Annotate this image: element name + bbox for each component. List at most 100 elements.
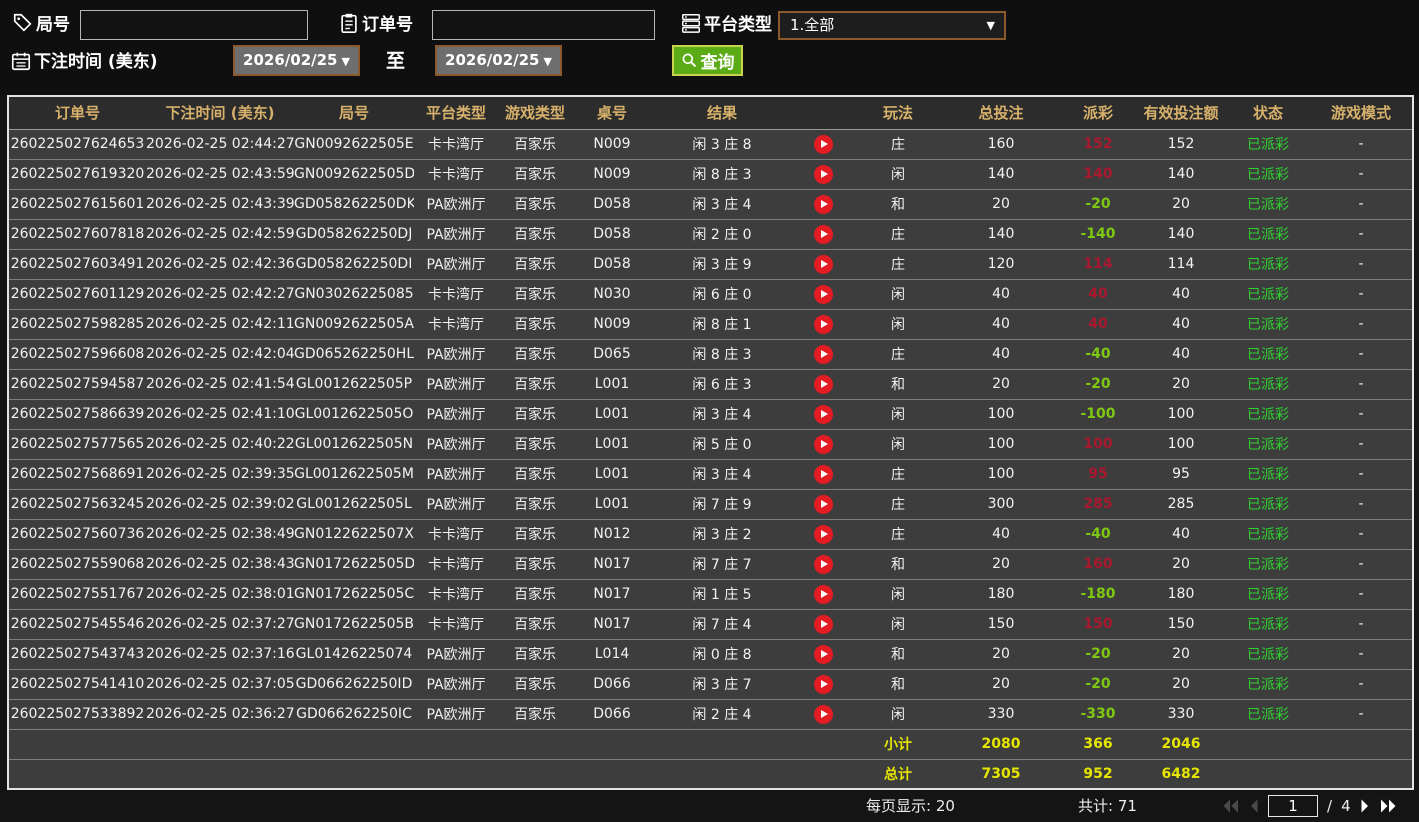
replay-play-icon[interactable]: [813, 554, 833, 574]
cell-result: 闲 3 庄 4: [652, 189, 792, 220]
cell-table-no: D066: [572, 669, 652, 700]
cell-result: 闲 3 庄 7: [652, 669, 792, 700]
prev-page-icon[interactable]: [1248, 798, 1259, 814]
table-row: 260225027619320 2026-02-25 02:43:59 GN0092…: [8, 159, 1413, 190]
cell-platform-type: 卡卡湾厅: [414, 579, 498, 610]
replay-play-icon[interactable]: [813, 674, 833, 694]
replay-play-icon[interactable]: [813, 194, 833, 214]
cell-payout: 114: [1060, 249, 1136, 280]
cell-bet-time: 2026-02-25 02:37:16: [146, 639, 294, 670]
cell-status: 已派彩: [1226, 129, 1310, 160]
replay-play-icon[interactable]: [813, 224, 833, 244]
cell-total-bet: 20: [942, 639, 1060, 670]
cell-status: 已派彩: [1226, 429, 1310, 460]
cell-game-mode: -: [1310, 129, 1413, 160]
cell-total-bet: 20: [942, 189, 1060, 220]
replay-play-icon[interactable]: [813, 644, 833, 664]
order-no-input[interactable]: [432, 10, 655, 40]
replay-play-icon[interactable]: [813, 704, 833, 724]
cell-payout: 160: [1060, 549, 1136, 580]
cell-bet-time: 2026-02-25 02:42:11: [146, 309, 294, 340]
table-row: 260225027594587 2026-02-25 02:41:54 GL0012…: [8, 369, 1413, 400]
col-header-play-method: 玩法: [854, 96, 942, 130]
cell-table-no: N009: [572, 159, 652, 190]
next-page-icon[interactable]: [1360, 798, 1371, 814]
first-page-icon[interactable]: [1222, 798, 1239, 814]
replay-play-icon[interactable]: [813, 524, 833, 544]
replay-play-icon[interactable]: [813, 494, 833, 514]
cell-empty: [414, 759, 498, 790]
cell-total-bet: 100: [942, 399, 1060, 430]
date-to-picker[interactable]: 2026/02/25 ▼: [435, 45, 562, 76]
col-header-game-type: 游戏类型: [498, 96, 572, 130]
query-button-label: 查询: [700, 53, 735, 73]
cell-empty: [414, 729, 498, 760]
table-row: 260225027559068 2026-02-25 02:38:43 GN0172…: [8, 549, 1413, 580]
pagination-bar: 每页显示: 20 共计: 71 1 / 4: [0, 790, 1419, 822]
cell-result: 闲 0 庄 8: [652, 639, 792, 670]
cell-play-method: 和: [854, 549, 942, 580]
order-no-label: 订单号: [362, 15, 413, 35]
round-no-input[interactable]: [80, 10, 308, 40]
cell-game-type: 百家乐: [498, 429, 572, 460]
replay-play-icon[interactable]: [813, 434, 833, 454]
cell-payout: -330: [1060, 699, 1136, 730]
cell-replay: [792, 219, 854, 250]
table-row: 260225027541410 2026-02-25 02:37:05 GD0662…: [8, 669, 1413, 700]
cell-table-no: D058: [572, 219, 652, 250]
cell-empty: [652, 759, 792, 790]
cell-order-no: 260225027607818: [8, 219, 146, 250]
replay-play-icon[interactable]: [813, 254, 833, 274]
query-button[interactable]: 查询: [672, 45, 743, 76]
replay-play-icon[interactable]: [813, 284, 833, 304]
col-header-result: 结果: [652, 96, 792, 130]
cell-game-type: 百家乐: [498, 579, 572, 610]
last-page-icon[interactable]: [1380, 798, 1397, 814]
replay-play-icon[interactable]: [813, 374, 833, 394]
replay-play-icon[interactable]: [813, 614, 833, 634]
cell-total-bet: 40: [942, 309, 1060, 340]
cell-result: 闲 7 庄 9: [652, 489, 792, 520]
cell-play-method: 闲: [854, 159, 942, 190]
replay-play-icon[interactable]: [813, 464, 833, 484]
replay-play-icon[interactable]: [813, 164, 833, 184]
cell-platform-type: 卡卡湾厅: [414, 159, 498, 190]
cell-empty: [572, 729, 652, 760]
cell-table-no: N030: [572, 279, 652, 310]
platform-type-select[interactable]: 1.全部 ▼: [778, 11, 1006, 40]
replay-play-icon[interactable]: [813, 584, 833, 604]
cell-order-no: 260225027543743: [8, 639, 146, 670]
page-number-input[interactable]: 1: [1268, 795, 1318, 817]
cell-table-no: L001: [572, 459, 652, 490]
cell-bet-time: 2026-02-25 02:42:36: [146, 249, 294, 280]
calendar-icon: [11, 52, 31, 71]
cell-empty: [498, 759, 572, 790]
cell-status: 已派彩: [1226, 159, 1310, 190]
replay-play-icon[interactable]: [813, 344, 833, 364]
cell-status: 已派彩: [1226, 579, 1310, 610]
cell-round-no: GL0012622505M: [294, 459, 414, 490]
cell-valid-bet: 40: [1136, 519, 1226, 550]
cell-result: 闲 2 庄 4: [652, 699, 792, 730]
cell-game-mode: -: [1310, 249, 1413, 280]
cell-valid-bet: 20: [1136, 189, 1226, 220]
date-from-picker[interactable]: 2026/02/25 ▼: [233, 45, 360, 76]
cell-status: 已派彩: [1226, 459, 1310, 490]
cell-play-method: 和: [854, 669, 942, 700]
cell-order-no: 260225027533892: [8, 699, 146, 730]
cell-game-mode: -: [1310, 609, 1413, 640]
cell-empty: [572, 759, 652, 790]
cell-replay: [792, 519, 854, 550]
cell-valid-bet: 100: [1136, 429, 1226, 460]
col-header-payout: 派彩: [1060, 96, 1136, 130]
replay-play-icon[interactable]: [813, 404, 833, 424]
cell-platform-type: 卡卡湾厅: [414, 549, 498, 580]
replay-play-icon[interactable]: [813, 314, 833, 334]
replay-play-icon[interactable]: [813, 134, 833, 154]
cell-round-no: GN03026225085: [294, 279, 414, 310]
cell-round-no: GL01426225074: [294, 639, 414, 670]
cell-replay: [792, 699, 854, 730]
total-count-label: 共计: 71: [1078, 797, 1137, 815]
cell-game-type: 百家乐: [498, 369, 572, 400]
cell-total-bet: 140: [942, 219, 1060, 250]
